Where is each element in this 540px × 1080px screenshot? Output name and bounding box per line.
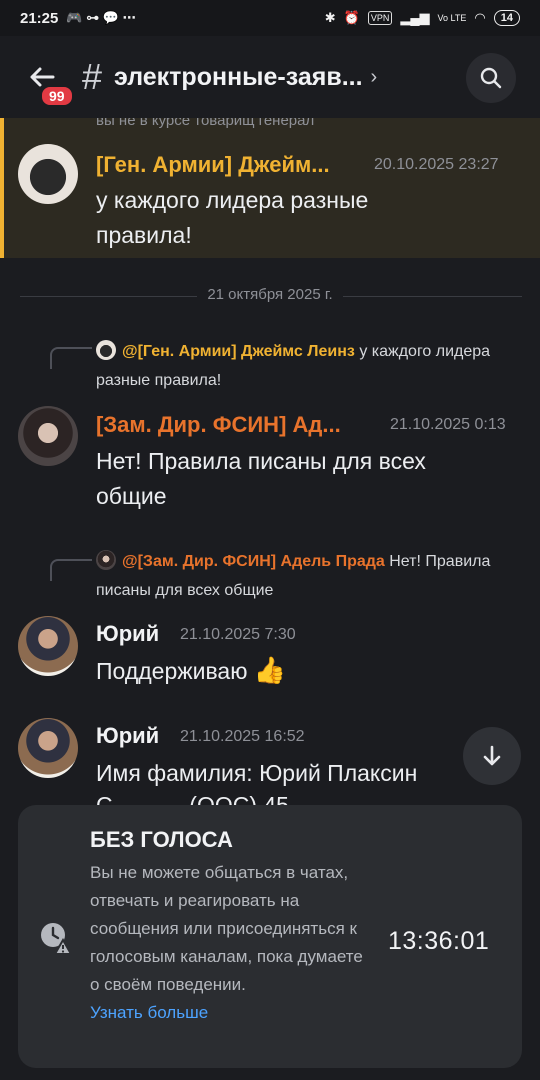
back-button[interactable]: 99	[16, 51, 74, 107]
avatar[interactable]	[18, 616, 78, 676]
timeout-description: Вы не можете общаться в чатах, отвечать …	[90, 859, 370, 1027]
network-type: Vo LTE	[437, 13, 467, 23]
avatar[interactable]	[18, 406, 78, 466]
wifi-icon: ◠	[474, 10, 486, 25]
cut-reply-preview: вы не в курсе товарищ генерал	[96, 118, 315, 129]
scroll-to-bottom-button[interactable]	[463, 727, 521, 785]
reply-preview[interactable]: @[Зам. Дир. ФСИН] Адель Прада Нет! Прави…	[96, 547, 516, 605]
message-author[interactable]: Юрий	[96, 723, 159, 749]
status-bar: 21:25 🎮 ⊶ 💬 ⋯ ✱ ⏰ VPN ▂▄▆ Vo LTE ◠ 14	[0, 0, 540, 36]
search-icon	[480, 67, 502, 89]
date-divider: 21 октября 2025 г.	[0, 286, 540, 303]
message-list[interactable]: вы не в курсе товарищ генерал [Ген. Арми…	[0, 118, 540, 808]
message-text: Поддерживаю 👍	[96, 653, 496, 689]
vpn-icon: VPN	[367, 11, 393, 25]
timeout-body-text: Вы не можете общаться в чатах, отвечать …	[90, 863, 363, 994]
signal-icon: ▂▄▆	[400, 10, 430, 25]
clock-warning-icon	[41, 923, 73, 955]
timeout-panel: БЕЗ ГОЛОСА Вы не можете общаться в чатах…	[18, 805, 522, 1068]
avatar[interactable]	[18, 144, 78, 204]
reply-preview[interactable]: @[Ген. Армии] Джеймс Леинз у каждого лид…	[96, 337, 516, 395]
reply-avatar	[96, 550, 116, 570]
message-author[interactable]: [Ген. Армии] Джейм...	[96, 152, 330, 178]
chevron-right-icon[interactable]: ›	[371, 66, 378, 89]
reply-avatar	[96, 340, 116, 360]
reply-author: @[Зам. Дир. ФСИН] Адель Прада	[122, 553, 385, 570]
message-author[interactable]: [Зам. Дир. ФСИН] Ад...	[96, 412, 341, 438]
message-text: Имя фамилия: Юрий Плаксин	[96, 760, 418, 786]
bluetooth-icon: ✱	[324, 10, 336, 25]
hash-icon: #	[82, 56, 103, 97]
message-timestamp: 21.10.2025 16:52	[180, 728, 305, 745]
message-text: у каждого лидера разные правила!	[96, 187, 369, 248]
reply-connector	[50, 347, 92, 369]
status-time: 21:25	[20, 9, 59, 27]
message-timestamp: 21.10.2025 0:13	[390, 416, 506, 433]
alarm-icon: ⏰	[343, 10, 360, 25]
avatar[interactable]	[18, 718, 78, 778]
message-timestamp: 20.10.2025 23:27	[374, 156, 499, 173]
thumbs-up-icon: 👍	[253, 655, 287, 685]
notification-icons: 🎮 ⊶ 💬 ⋯	[66, 10, 136, 25]
reply-author: @[Ген. Армии] Джеймс Леинз	[122, 343, 355, 360]
message-text-content: Поддерживаю	[96, 658, 248, 684]
message-timestamp: 21.10.2025 7:30	[180, 626, 296, 643]
search-button[interactable]	[466, 53, 516, 103]
channel-header: 99 # электронные-заяв... ›	[0, 36, 540, 118]
reply-connector	[50, 559, 92, 581]
unread-badge: 99	[40, 85, 74, 107]
message-text: Нет! Правила писаны для всех общие	[96, 448, 426, 509]
message-author[interactable]: Юрий	[96, 621, 159, 647]
arrow-down-icon	[483, 745, 501, 766]
battery-icon: 14	[493, 10, 520, 26]
timeout-timer: 13:36:01	[388, 927, 490, 955]
channel-title[interactable]: электронные-заяв...	[114, 63, 363, 92]
timeout-title: БЕЗ ГОЛОСА	[90, 827, 233, 852]
learn-more-link[interactable]: Узнать больше	[90, 999, 370, 1027]
